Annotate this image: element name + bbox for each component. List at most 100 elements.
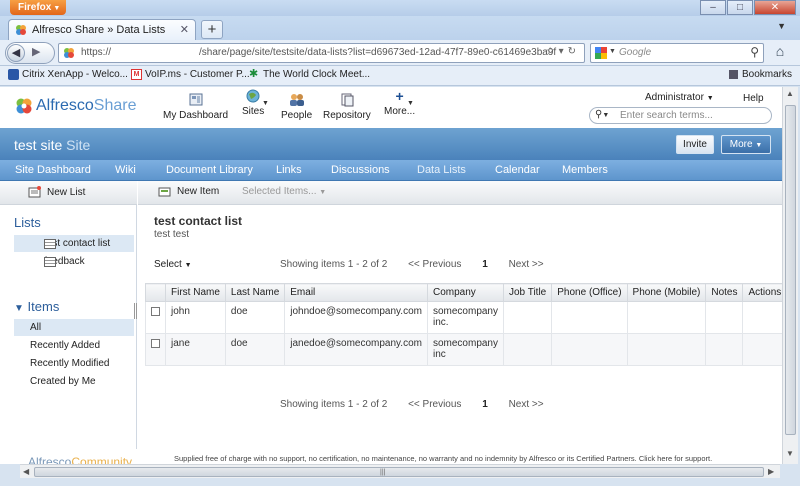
filter-recently-modified[interactable]: Recently Modified: [14, 355, 134, 372]
site-nav-wiki[interactable]: Wiki: [115, 164, 136, 176]
cell-actions[interactable]: [742, 301, 782, 334]
sidebar-list-test-contact-list[interactable]: test contact list: [14, 235, 134, 252]
more-chevron-down-icon[interactable]: ▼: [407, 100, 414, 107]
nav-repository[interactable]: Repository: [323, 93, 371, 121]
browser-search-bar[interactable]: ▼ Google ⚲: [590, 43, 764, 63]
tab-list-chevron-down-icon[interactable]: ▼: [777, 21, 786, 31]
bookmark-world-clock[interactable]: ✱ The World Clock Meet...: [249, 69, 370, 81]
pager-previous[interactable]: << Previous: [408, 399, 461, 410]
alfresco-flower-icon: [16, 98, 32, 114]
search-go-icon[interactable]: ⚲: [750, 45, 759, 59]
cell-company: somecompany inc.: [426, 301, 505, 334]
browser-tab-active[interactable]: Alfresco Share » Data Lists ✕: [8, 19, 196, 40]
column-phone-mobile[interactable]: Phone (Mobile): [626, 283, 707, 302]
cell-actions[interactable]: [742, 333, 782, 366]
sidebar-list-feedback[interactable]: feedback: [14, 253, 134, 270]
app-search-placeholder: Enter search terms...: [620, 110, 713, 121]
bookmark-voip[interactable]: M VoIP.ms - Customer P...: [131, 69, 250, 80]
column-company[interactable]: Company: [426, 283, 505, 302]
logo-share-text: Share: [93, 97, 137, 114]
site-nav-calendar[interactable]: Calendar: [495, 164, 540, 176]
site-nav-members[interactable]: Members: [562, 164, 608, 176]
cell-email[interactable]: janedoe@somecompany.com: [284, 333, 428, 366]
firefox-menu-button[interactable]: Firefox ▼: [10, 0, 66, 15]
new-item-button[interactable]: New Item: [158, 186, 219, 197]
sidebar-resize-handle[interactable]: [134, 303, 137, 319]
horizontal-scroll-thumb[interactable]: |||: [34, 467, 764, 477]
page-horizontal-scrollbar[interactable]: ◀ ||| ▶: [20, 464, 780, 478]
filter-all[interactable]: All: [14, 319, 134, 336]
table-row[interactable]: jane doe janedoe@somecompany.com somecom…: [145, 333, 782, 366]
scroll-left-arrow-icon[interactable]: ◀: [23, 467, 29, 476]
pager-next[interactable]: Next >>: [509, 399, 544, 410]
google-search-engine-icon[interactable]: [595, 47, 607, 59]
url-bar[interactable]: https:// /share/page/site/testsite/data-…: [58, 43, 585, 63]
site-nav-discussions[interactable]: Discussions: [331, 164, 390, 176]
nav-my-dashboard[interactable]: My Dashboard: [163, 93, 228, 121]
pager-next[interactable]: Next >>: [509, 259, 544, 270]
search-engine-chevron-down-icon[interactable]: ▼: [609, 48, 616, 55]
help-link[interactable]: Help: [743, 93, 764, 104]
pager-previous[interactable]: << Previous: [408, 259, 461, 270]
alfresco-share-logo[interactable]: AlfrescoShare: [14, 96, 137, 116]
items-heading[interactable]: ▼ Items: [14, 299, 59, 314]
cell-last-name: doe: [224, 301, 286, 334]
nav-people[interactable]: People: [281, 93, 312, 121]
table-header-row: First Name Last Name Email Company Job T…: [145, 283, 782, 302]
bookmark-star-icon[interactable]: ☆: [546, 46, 559, 57]
column-email[interactable]: Email: [284, 283, 428, 302]
close-window-button[interactable]: ✕: [754, 0, 796, 15]
maximize-button[interactable]: □: [727, 0, 753, 15]
column-first-name[interactable]: First Name: [165, 283, 226, 302]
select-menu[interactable]: Select ▼: [154, 259, 192, 270]
browser-search-placeholder: Google: [619, 47, 652, 58]
selected-items-menu[interactable]: Selected Items... ▼: [242, 186, 326, 197]
cell-email[interactable]: johndoe@somecompany.com: [284, 301, 428, 334]
cell-first-name: john: [165, 301, 226, 334]
nav-sites[interactable]: Sites: [242, 89, 264, 117]
minimize-button[interactable]: –: [700, 0, 726, 15]
site-identity-icon[interactable]: [63, 47, 75, 59]
column-job-title[interactable]: Job Title: [502, 283, 553, 302]
row-checkbox[interactable]: [151, 339, 160, 348]
invite-button[interactable]: Invite: [676, 135, 714, 154]
row-checkbox[interactable]: [151, 307, 160, 316]
list-description: test test: [154, 229, 190, 240]
filter-recently-added[interactable]: Recently Added: [14, 337, 134, 354]
bookmarks-menu[interactable]: Bookmarks: [728, 69, 792, 80]
vertical-scroll-thumb[interactable]: [785, 105, 796, 435]
new-tab-button[interactable]: +: [201, 20, 223, 39]
left-sidebar: New List Lists test contact list feedbac…: [0, 181, 137, 464]
page-vertical-scrollbar[interactable]: ▲ ▼: [782, 87, 798, 464]
bookmark-citrix[interactable]: Citrix XenApp - Welco...: [8, 69, 128, 80]
column-notes[interactable]: Notes: [705, 283, 744, 302]
reload-icon[interactable]: ↻: [568, 46, 580, 57]
cell-company: somecompany inc: [426, 333, 505, 366]
url-history-chevron-down-icon[interactable]: ▾: [559, 46, 568, 57]
user-menu-chevron-down-icon: ▼: [706, 95, 714, 102]
scroll-up-arrow-icon[interactable]: ▲: [786, 89, 794, 98]
site-nav-dashboard[interactable]: Site Dashboard: [15, 164, 91, 176]
back-button[interactable]: ◀: [7, 44, 25, 62]
footer-support-text[interactable]: Supplied free of charge with no support,…: [174, 454, 712, 463]
column-phone-office[interactable]: Phone (Office): [551, 283, 628, 302]
people-icon: [289, 94, 304, 106]
forward-button[interactable]: ▶: [32, 45, 40, 58]
site-more-button[interactable]: More ▼: [721, 135, 771, 154]
site-nav-document-library[interactable]: Document Library: [166, 164, 253, 176]
user-menu[interactable]: Administrator ▼: [645, 92, 714, 103]
app-search-box[interactable]: ⚲▼ Enter search terms...: [589, 107, 772, 124]
site-nav-data-lists[interactable]: Data Lists: [417, 164, 466, 176]
new-list-button[interactable]: New List: [28, 186, 85, 198]
filter-created-by-me[interactable]: Created by Me: [14, 373, 134, 390]
table-row[interactable]: john doe johndoe@somecompany.com somecom…: [145, 301, 782, 334]
sites-chevron-down-icon[interactable]: ▼: [262, 100, 269, 107]
cell-first-name: jane: [165, 333, 226, 366]
home-icon[interactable]: ⌂: [768, 43, 792, 63]
search-scope-icon[interactable]: ⚲▼: [595, 109, 609, 120]
scroll-right-arrow-icon[interactable]: ▶: [768, 467, 774, 476]
column-last-name[interactable]: Last Name: [224, 283, 286, 302]
site-nav-links[interactable]: Links: [276, 164, 302, 176]
scroll-down-arrow-icon[interactable]: ▼: [786, 449, 794, 458]
tab-close-icon[interactable]: ✕: [180, 23, 189, 36]
